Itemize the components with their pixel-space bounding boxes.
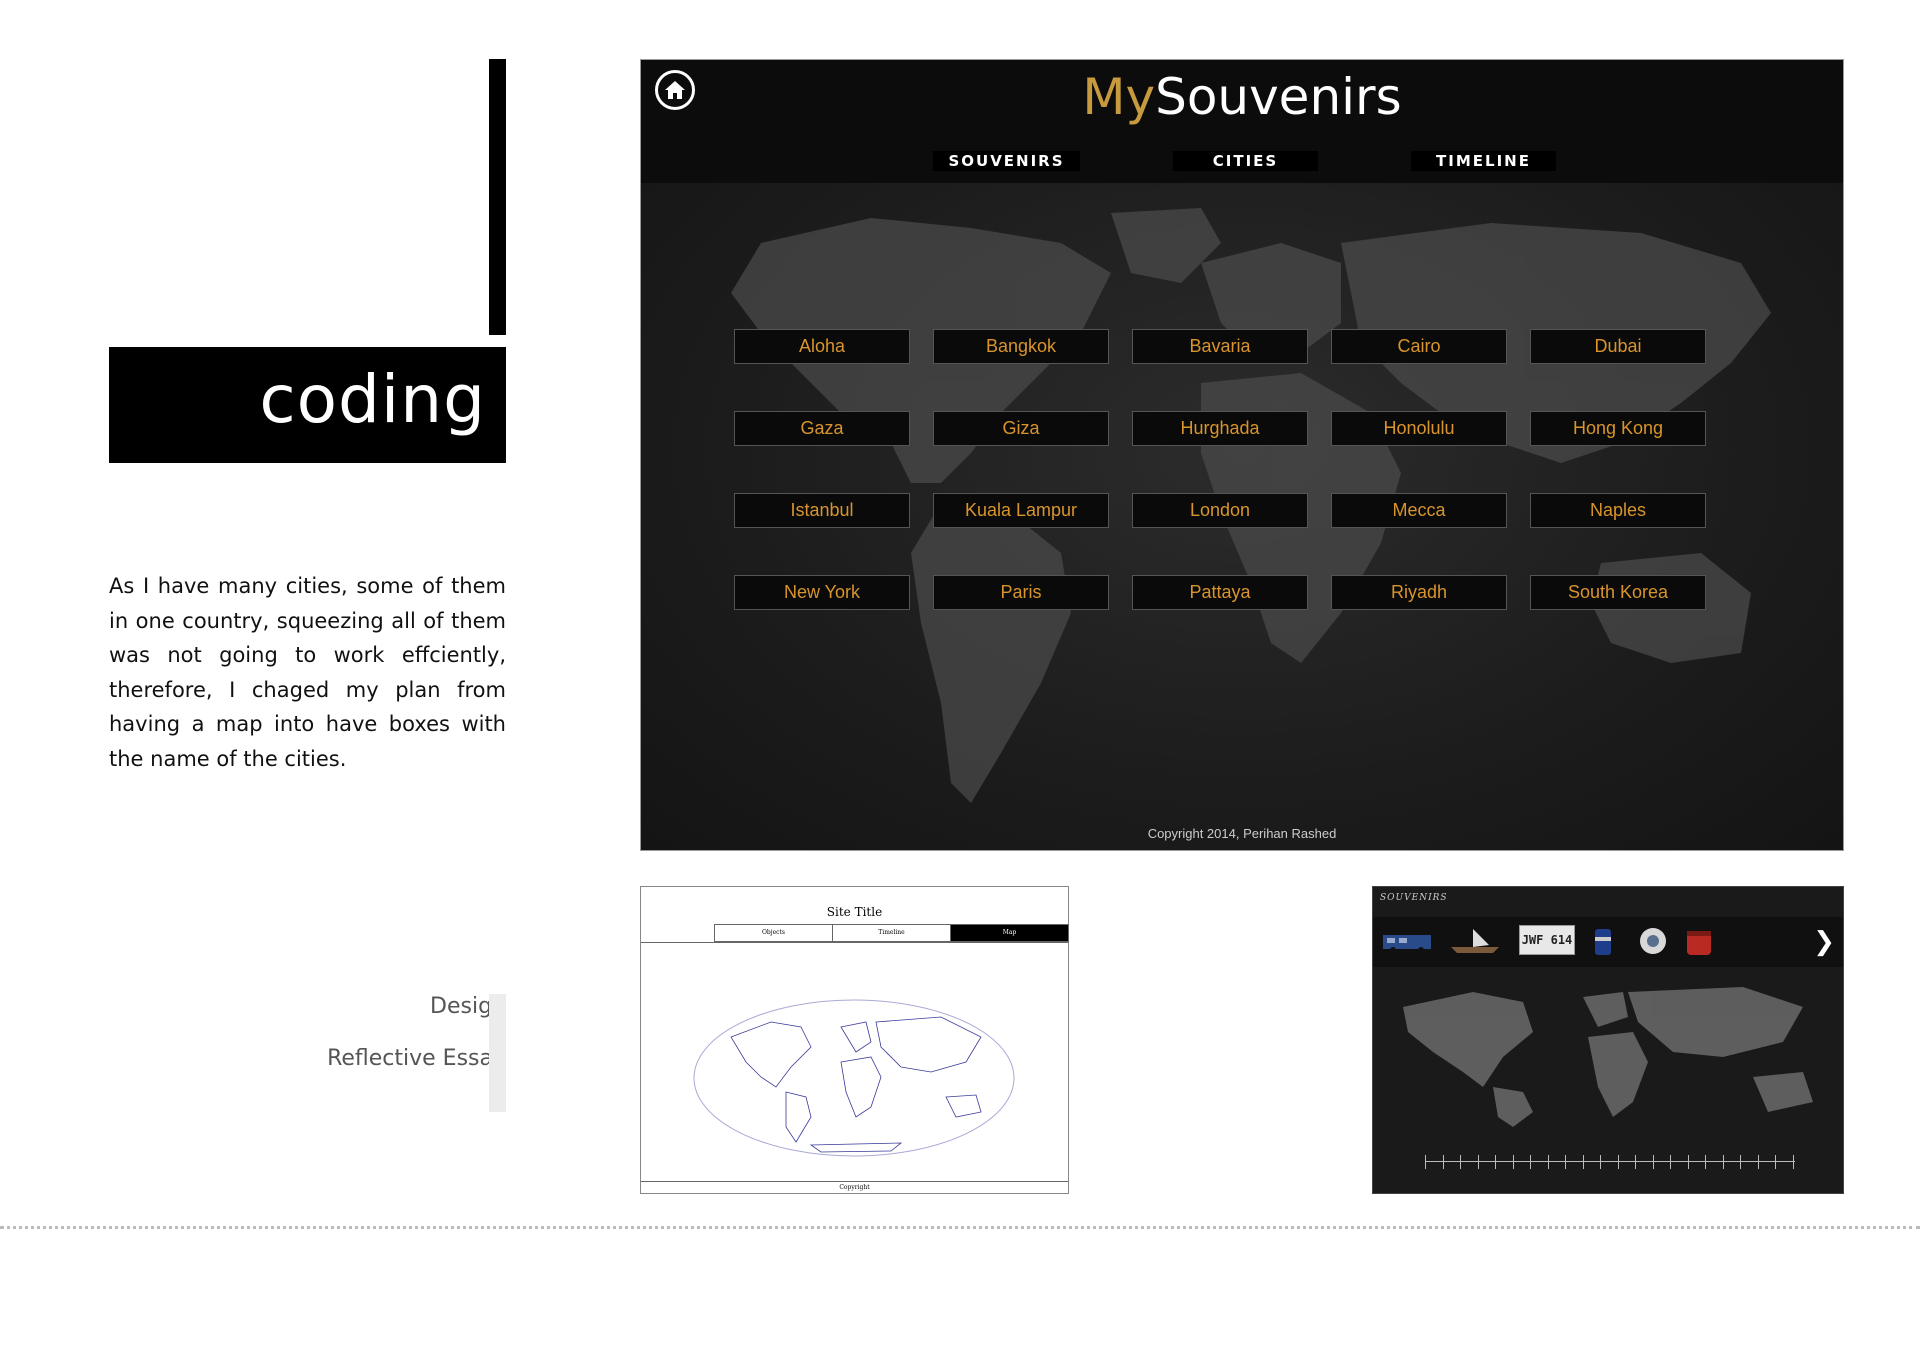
license-plate-souvenir[interactable]: JWF 614: [1519, 925, 1575, 955]
city-button-bangkok[interactable]: Bangkok: [933, 329, 1109, 364]
city-button-dubai[interactable]: Dubai: [1530, 329, 1706, 364]
city-button-pattaya[interactable]: Pattaya: [1132, 575, 1308, 610]
timeline-tick: [1792, 1155, 1794, 1169]
mysouvenirs-app-screenshot: MySouvenirs SOUVENIRS CITIES TIMELINE Al…: [640, 59, 1844, 851]
timeline-tick: [1617, 1155, 1619, 1169]
city-button-honolulu[interactable]: Honolulu: [1331, 411, 1507, 446]
wireframe-header-divider: [641, 942, 1068, 943]
souvenirs-page-thumbnail: SOUVENIRS JWF 614 ❯: [1372, 886, 1844, 1194]
side-navigation-bar: [489, 994, 506, 1112]
city-button-cairo[interactable]: Cairo: [1331, 329, 1507, 364]
timeline-tick: [1775, 1155, 1776, 1169]
city-button-riyadh[interactable]: Riyadh: [1331, 575, 1507, 610]
souvenir-carousel: JWF 614 ❯: [1373, 917, 1843, 967]
wireframe-site-title: Site Title: [826, 905, 883, 919]
timeline-tick: [1442, 1155, 1444, 1169]
wireframe-tab-objects[interactable]: Objects: [715, 925, 833, 941]
city-button-mecca[interactable]: Mecca: [1331, 493, 1507, 528]
city-button-south-korea[interactable]: South Korea: [1530, 575, 1706, 610]
timeline-tick: [1425, 1155, 1426, 1169]
souvenir-can-thumbnail[interactable]: [1583, 925, 1623, 957]
souvenir-jar-thumbnail[interactable]: [1679, 925, 1719, 957]
section-title: coding: [259, 361, 486, 438]
nav-timeline[interactable]: TIMELINE: [1411, 151, 1556, 171]
city-button-aloha[interactable]: Aloha: [734, 329, 910, 364]
wireframe-tab-map[interactable]: Map: [951, 925, 1068, 941]
timeline-tick: [1460, 1155, 1461, 1169]
timeline-tick: [1582, 1155, 1584, 1169]
timeline-tick: [1495, 1155, 1496, 1169]
timeline-tick: [1705, 1155, 1706, 1169]
nav-souvenirs[interactable]: SOUVENIRS: [933, 151, 1080, 171]
timeline-bar[interactable]: [1425, 1149, 1795, 1179]
city-button-paris[interactable]: Paris: [933, 575, 1109, 610]
side-link-reflective-essay[interactable]: Reflective Essay: [327, 1046, 506, 1071]
side-navigation: Design Reflective Essay: [327, 994, 506, 1098]
brand-souvenirs: Souvenirs: [1155, 68, 1402, 126]
timeline-tick: [1565, 1155, 1566, 1169]
city-button-new-york[interactable]: New York: [734, 575, 910, 610]
description-paragraph: As I have many cities, some of them in o…: [109, 574, 506, 771]
souvenir-plate-thumbnail[interactable]: [1631, 925, 1675, 957]
wireframe-footer: Copyright: [641, 1181, 1068, 1193]
thumbnail-title: SOUVENIRS: [1380, 893, 1448, 903]
timeline-tick: [1600, 1155, 1601, 1169]
souvenir-bus-thumbnail[interactable]: [1379, 925, 1439, 957]
city-button-bavaria[interactable]: Bavaria: [1132, 329, 1308, 364]
timeline-tick: [1530, 1155, 1531, 1169]
wireframe-tabs: Objects Timeline Map: [714, 924, 1069, 942]
souvenir-boat-thumbnail[interactable]: [1445, 925, 1505, 957]
city-button-gaza[interactable]: Gaza: [734, 411, 910, 446]
city-button-kuala-lampur[interactable]: Kuala Lampur: [933, 493, 1109, 528]
section-title-block: coding: [109, 347, 506, 463]
app-header: MySouvenirs SOUVENIRS CITIES TIMELINE: [641, 60, 1843, 183]
wireframe-world-map: [693, 999, 1015, 1157]
city-button-hong-kong[interactable]: Hong Kong: [1530, 411, 1706, 446]
side-link-design[interactable]: Design: [327, 994, 506, 1019]
dotted-separator: [0, 1226, 1920, 1229]
timeline-tick: [1722, 1155, 1724, 1169]
timeline-tick: [1687, 1155, 1689, 1169]
wireframe-tab-timeline[interactable]: Timeline: [833, 925, 951, 941]
nav-cities[interactable]: CITIES: [1173, 151, 1318, 171]
app-brand: MySouvenirs: [641, 68, 1843, 126]
timeline-tick: [1547, 1155, 1549, 1169]
vertical-accent-bar: [489, 59, 506, 335]
timeline-tick: [1740, 1155, 1741, 1169]
city-button-giza[interactable]: Giza: [933, 411, 1109, 446]
timeline-tick: [1635, 1155, 1636, 1169]
wireframe-sketch: Site Title Objects Timeline Map Copyrigh…: [640, 886, 1069, 1194]
timeline-tick: [1652, 1155, 1654, 1169]
typographic-world-map: [1403, 987, 1813, 1127]
timeline-tick: [1477, 1155, 1479, 1169]
timeline-tick: [1670, 1155, 1671, 1169]
chevron-right-icon[interactable]: ❯: [1813, 927, 1835, 957]
city-button-london[interactable]: London: [1132, 493, 1308, 528]
city-button-naples[interactable]: Naples: [1530, 493, 1706, 528]
city-button-hurghada[interactable]: Hurghada: [1132, 411, 1308, 446]
timeline-tick: [1512, 1155, 1514, 1169]
app-copyright: Copyright 2014, Perihan Rashed: [1147, 826, 1337, 841]
city-button-istanbul[interactable]: Istanbul: [734, 493, 910, 528]
timeline-tick: [1757, 1155, 1759, 1169]
brand-my: My: [1082, 68, 1156, 126]
